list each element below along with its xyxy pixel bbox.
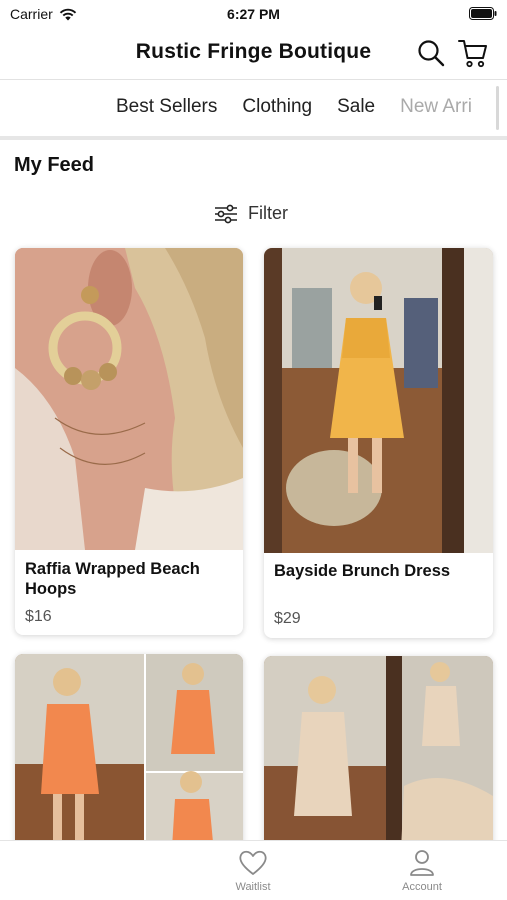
product-card[interactable]: Raffia Wrapped Beach Hoops $16 [15, 248, 243, 635]
product-photo [264, 248, 493, 553]
nav-bar: Rustic Fringe Boutique [0, 28, 507, 80]
tab-bar: Waitlist Account [0, 840, 507, 900]
status-time: 6:27 PM [227, 6, 280, 22]
feed-title: My Feed [14, 154, 95, 176]
cart-button[interactable] [457, 37, 489, 69]
tab-account-label: Account [402, 881, 442, 893]
product-price: $16 [25, 608, 52, 625]
category-best-sellers[interactable]: Best Sellers [116, 96, 217, 118]
tab-waitlist-label: Waitlist [235, 881, 271, 893]
tab-waitlist[interactable]: Waitlist [213, 849, 293, 893]
category-list: Best Sellers Clothing Sale New Arri [116, 96, 472, 118]
product-name: Bayside Brunch Dress [274, 562, 451, 580]
search-button[interactable] [416, 38, 446, 68]
tab-account[interactable]: Account [382, 849, 462, 893]
category-bar: Best Sellers Clothing Sale New Arri [0, 80, 507, 136]
product-price: $29 [274, 610, 301, 627]
status-bar: Carrier 6:27 PM [0, 0, 507, 28]
person-icon [410, 850, 434, 876]
filter-button[interactable]: Filter [214, 203, 288, 224]
category-scroll-indicator [496, 86, 499, 130]
product-name: Raffia Wrapped Beach Hoops [25, 560, 200, 598]
category-new-arrivals[interactable]: New Arri [400, 96, 472, 118]
battery-icon [469, 7, 497, 20]
cart-icon [458, 40, 487, 68]
section-divider [0, 136, 507, 140]
category-sale[interactable]: Sale [337, 96, 375, 118]
category-clothing[interactable]: Clothing [242, 96, 312, 118]
filter-label: Filter [248, 203, 288, 223]
product-card[interactable]: Bayside Brunch Dress $29 [264, 248, 493, 638]
search-icon [418, 40, 445, 67]
heart-icon [239, 850, 267, 875]
filter-sliders-icon [215, 204, 237, 223]
product-photo [15, 248, 243, 550]
